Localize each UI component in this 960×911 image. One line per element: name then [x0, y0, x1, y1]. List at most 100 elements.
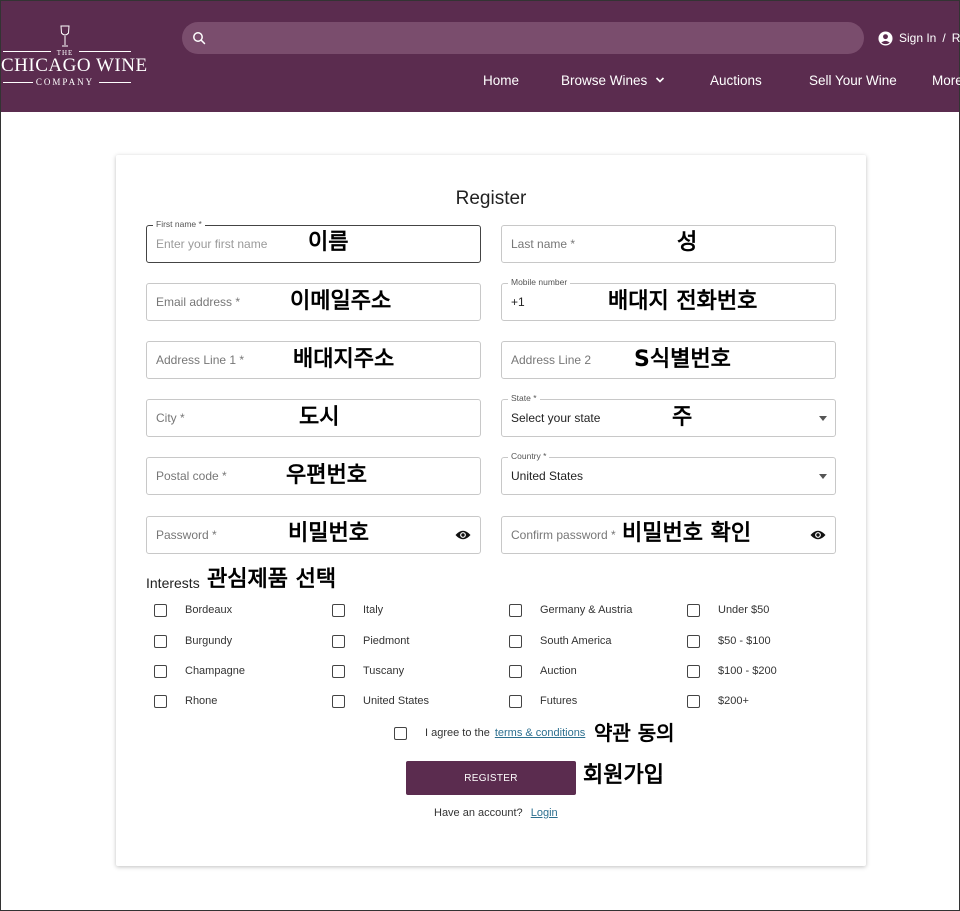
interest-checkbox[interactable]: Under $50 [687, 602, 769, 618]
site-logo[interactable]: THE CHICAGO WINE COMPANY [1, 23, 148, 93]
annotation-last-name: 성 [677, 230, 698, 255]
interest-checkbox[interactable]: South America [509, 633, 612, 649]
annotation-terms: 약관 동의 [594, 721, 675, 745]
checkbox[interactable] [154, 634, 167, 648]
interest-checkbox[interactable]: Champagne [154, 663, 245, 679]
search-icon [193, 32, 206, 45]
annotation-state: 주 [672, 405, 693, 430]
email-placeholder: Email address * [156, 295, 241, 309]
nav-browse-wines-label: Browse Wines [561, 72, 648, 88]
state-select[interactable]: State * Select your state [501, 393, 836, 437]
annotation-address-1: 배대지주소 [293, 347, 395, 372]
interest-checkbox[interactable]: Rhone [154, 693, 217, 709]
interest-checkbox[interactable]: $50 - $100 [687, 633, 771, 649]
agree-text: I agree to the [425, 727, 490, 739]
nav-browse-wines[interactable]: Browse Wines [561, 71, 665, 89]
interest-checkbox[interactable]: United States [332, 693, 429, 709]
checkbox[interactable] [154, 694, 167, 708]
logo-rule-right-bottom [99, 82, 131, 83]
checkbox[interactable] [687, 603, 700, 617]
interest-label: $200+ [718, 695, 749, 707]
terms-checkbox[interactable] [394, 726, 407, 740]
search-input[interactable] [214, 22, 854, 54]
eye-icon[interactable] [455, 529, 471, 541]
country-select[interactable]: Country * United States [501, 451, 836, 495]
nav-auctions-label: Auctions [710, 72, 762, 88]
postal-code-placeholder: Postal code * [156, 469, 227, 483]
checkbox[interactable] [332, 634, 345, 648]
password-placeholder: Password * [156, 528, 217, 542]
mobile-country-code: +1 [511, 295, 525, 309]
annotation-email: 이메일주소 [290, 289, 392, 314]
interest-checkbox[interactable]: Auction [509, 663, 577, 679]
interest-checkbox[interactable]: Tuscany [332, 663, 404, 679]
nav-more-label: More [932, 72, 960, 88]
register-link[interactable]: Re [952, 31, 960, 45]
have-account-text: Have an account? [434, 807, 523, 819]
checkbox[interactable] [332, 694, 345, 708]
nav-more[interactable]: More [932, 71, 960, 89]
checkbox[interactable] [509, 664, 522, 678]
first-name-placeholder: Enter your first name [156, 237, 268, 251]
checkbox[interactable] [154, 664, 167, 678]
terms-link[interactable]: terms & conditions [495, 727, 585, 739]
nav-sell-your-wine[interactable]: Sell Your Wine [809, 71, 897, 89]
address-line-1-placeholder: Address Line 1 * [156, 353, 245, 367]
country-label: Country * [508, 451, 550, 461]
eye-icon[interactable] [810, 529, 826, 541]
checkbox[interactable] [509, 603, 522, 617]
login-link[interactable]: Login [531, 807, 558, 819]
nav-auctions[interactable]: Auctions [710, 71, 762, 89]
nav-home[interactable]: Home [483, 71, 519, 89]
interest-checkbox[interactable]: Piedmont [332, 633, 409, 649]
checkbox[interactable] [332, 664, 345, 678]
checkbox[interactable] [154, 603, 167, 617]
interest-label: Piedmont [363, 635, 410, 647]
interest-checkbox[interactable]: Bordeaux [154, 602, 232, 618]
annotation-address-2: S식별번호 [634, 347, 731, 372]
interest-checkbox[interactable]: Futures [509, 693, 577, 709]
address-line-2-placeholder: Address Line 2 [511, 353, 592, 367]
interest-label: Under $50 [718, 604, 770, 616]
interest-label: Italy [363, 604, 384, 616]
account-separator: / [942, 31, 946, 45]
nav-sell-your-wine-label: Sell Your Wine [809, 72, 897, 88]
page-title: Register [455, 188, 527, 209]
register-button[interactable]: REGISTER [406, 761, 576, 795]
checkbox[interactable] [332, 603, 345, 617]
user-account-icon[interactable] [878, 30, 893, 46]
annotation-city: 도시 [299, 405, 340, 430]
annotation-password: 비밀번호 [288, 521, 369, 546]
annotation-postal: 우편번호 [286, 463, 367, 488]
checkbox[interactable] [687, 694, 700, 708]
city-placeholder: City * [156, 411, 185, 425]
checkbox[interactable] [509, 634, 522, 648]
interest-checkbox[interactable]: $200+ [687, 693, 749, 709]
interest-checkbox[interactable]: Burgundy [154, 633, 232, 649]
interest-checkbox[interactable]: $100 - $200 [687, 663, 777, 679]
checkbox[interactable] [509, 694, 522, 708]
wine-glass-icon [60, 25, 70, 47]
interest-label: Champagne [185, 665, 245, 677]
country-selected-value: United States [511, 469, 584, 483]
search-bar[interactable] [182, 22, 864, 54]
logo-rule-right [79, 51, 131, 52]
interest-label: United States [363, 695, 430, 707]
interest-label: Rhone [185, 695, 218, 707]
interest-label: Burgundy [185, 635, 233, 647]
interests-label: Interests [146, 575, 200, 591]
interest-label: Germany & Austria [540, 604, 633, 616]
dropdown-arrow-icon [819, 474, 827, 479]
logo-name: CHICAGO WINE [1, 55, 148, 76]
interest-checkbox[interactable]: Italy [332, 602, 383, 618]
interest-label: Auction [540, 665, 577, 677]
interest-label: Tuscany [363, 665, 405, 677]
checkbox[interactable] [687, 634, 700, 648]
checkbox[interactable] [687, 664, 700, 678]
chevron-down-icon [656, 77, 665, 83]
sign-in-link[interactable]: Sign In [899, 31, 936, 45]
site-header: THE CHICAGO WINE COMPANY Sign In / Re Ho… [1, 1, 960, 112]
interest-checkbox[interactable]: Germany & Austria [509, 602, 632, 618]
last-name-field[interactable]: Last name * [501, 225, 836, 263]
interest-label: $100 - $200 [718, 665, 777, 677]
